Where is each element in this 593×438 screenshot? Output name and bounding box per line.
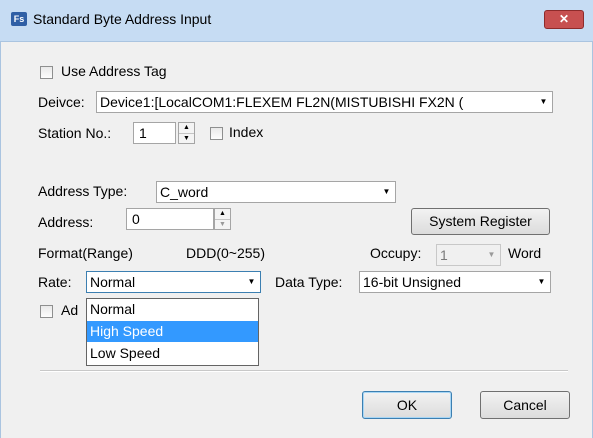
rate-label: Rate: [38, 274, 72, 290]
data-type-label: Data Type: [275, 274, 343, 290]
cancel-button[interactable]: Cancel [480, 391, 570, 419]
device-label: Deivce: [38, 94, 85, 110]
format-range: DDD(0~255) [186, 245, 265, 261]
occupy-select: 1 ▼ [436, 244, 501, 266]
chevron-down-icon: ▼ [535, 92, 552, 112]
rate-option-normal[interactable]: Normal [87, 299, 258, 320]
rate-value: Normal [90, 274, 136, 290]
ok-button[interactable]: OK [362, 391, 452, 419]
separator [40, 370, 568, 372]
address-label: Address: [38, 214, 94, 230]
chevron-down-icon: ▼ [483, 245, 500, 265]
app-icon: Fs [11, 12, 27, 26]
station-label: Station No.: [38, 125, 112, 141]
rate-select[interactable]: Normal ▼ [86, 271, 261, 293]
device-select-value: Device1:[LocalCOM1:FLEXEM FL2N(MISTUBISH… [100, 94, 464, 110]
spin-up-icon[interactable]: ▲ [215, 209, 230, 220]
occupy-value: 1 [440, 247, 448, 263]
station-stepper[interactable]: ▲ ▼ [178, 122, 195, 144]
use-address-tag-label: Use Address Tag [61, 63, 167, 79]
use-address-tag-checkbox[interactable] [40, 66, 53, 79]
occupy-unit: Word [508, 245, 542, 261]
address-stepper[interactable]: ▲ ▼ [214, 208, 231, 230]
index-label: Index [229, 124, 264, 140]
format-label: Format(Range) [38, 245, 133, 261]
partial-checkbox-label: Ad [61, 302, 79, 318]
address-input[interactable]: 0 [126, 208, 214, 230]
address-type-value: C_word [160, 184, 209, 200]
chevron-down-icon: ▼ [378, 182, 395, 202]
rate-option-low-speed[interactable]: Low Speed [87, 343, 258, 364]
station-input[interactable]: 1 [133, 122, 176, 144]
close-button[interactable]: ✕ [544, 10, 584, 29]
rate-dropdown-list: Normal High Speed Low Speed [86, 298, 259, 366]
device-select[interactable]: Device1:[LocalCOM1:FLEXEM FL2N(MISTUBISH… [96, 91, 553, 113]
data-type-value: 16-bit Unsigned [363, 274, 462, 290]
chevron-down-icon: ▼ [533, 272, 550, 292]
address-type-label: Address Type: [38, 183, 128, 199]
rate-option-high-speed[interactable]: High Speed [87, 321, 258, 342]
system-register-button[interactable]: System Register [411, 208, 550, 235]
index-checkbox[interactable] [210, 127, 223, 140]
spin-up-icon[interactable]: ▲ [179, 123, 194, 134]
address-type-select[interactable]: C_word ▼ [156, 181, 396, 203]
data-type-select[interactable]: 16-bit Unsigned ▼ [359, 271, 551, 293]
chevron-down-icon: ▼ [243, 272, 260, 292]
spin-down-icon[interactable]: ▼ [179, 134, 194, 144]
occupy-label: Occupy: [370, 245, 422, 261]
spin-down-icon[interactable]: ▼ [215, 220, 230, 230]
window-title: Standard Byte Address Input [33, 11, 212, 27]
partial-checkbox[interactable] [40, 305, 53, 318]
